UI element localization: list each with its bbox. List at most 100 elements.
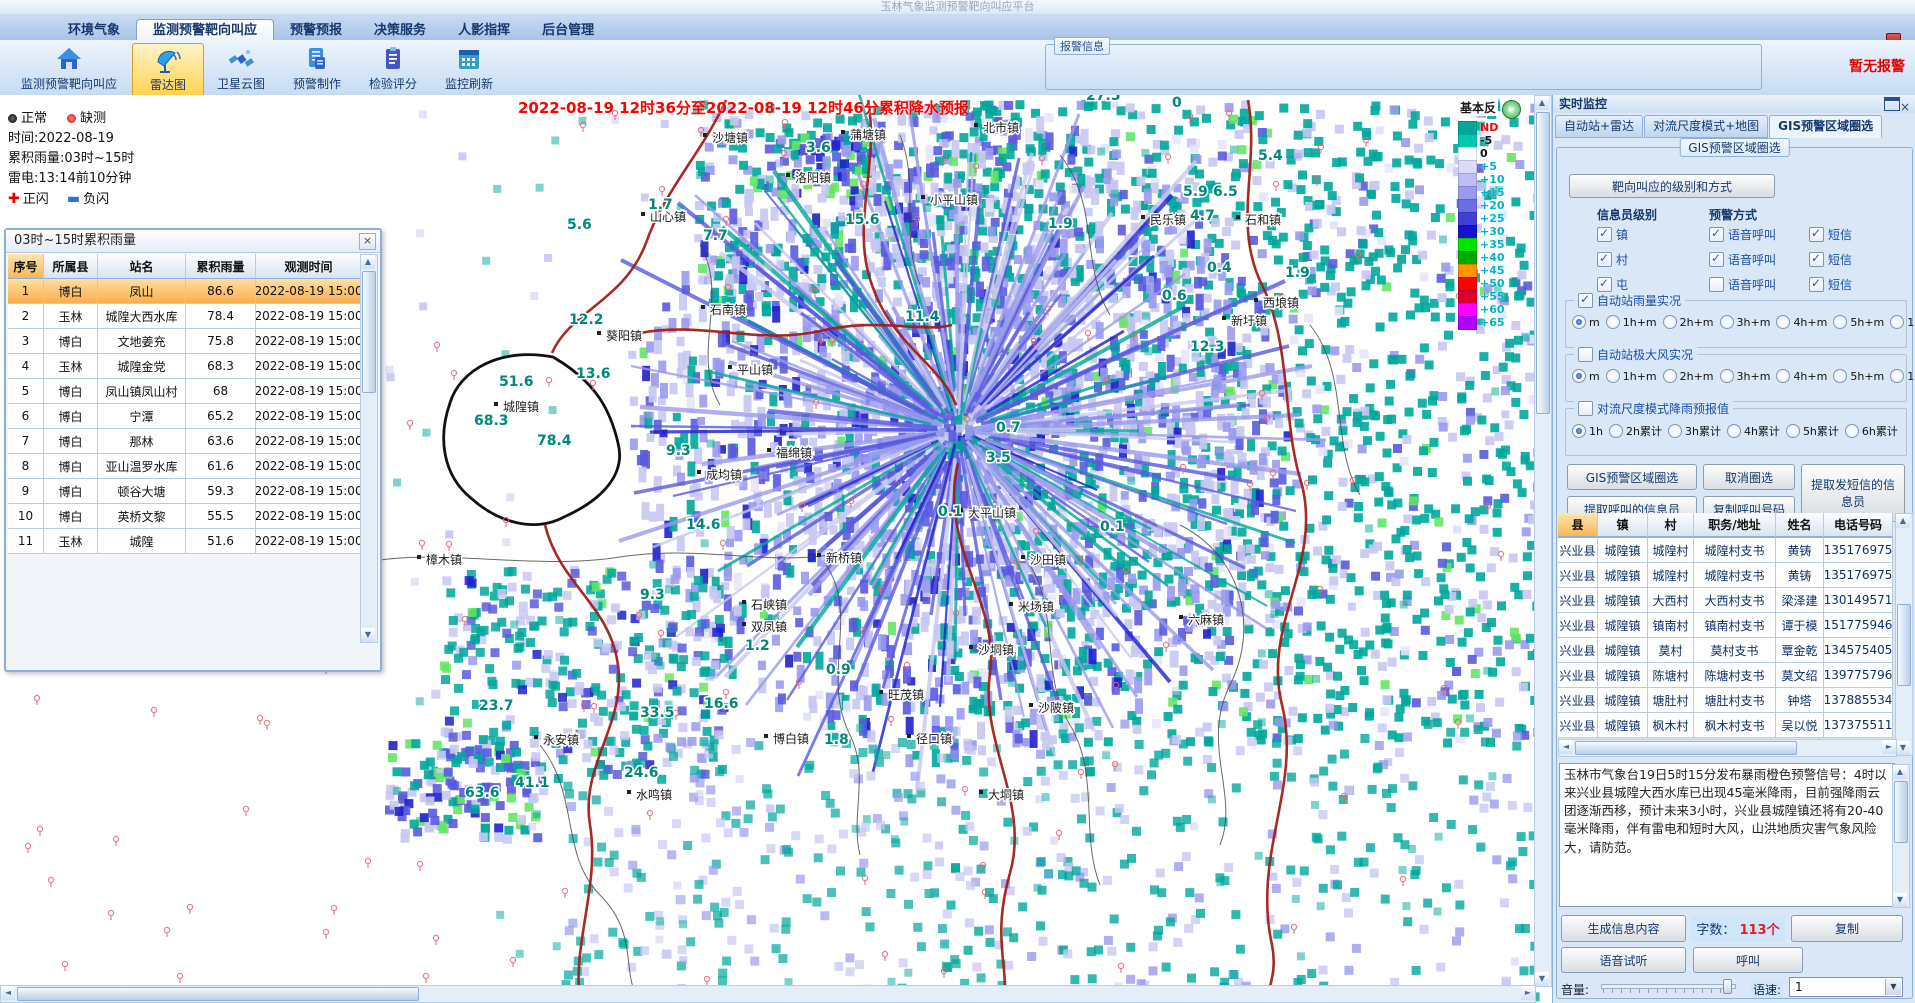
rain-table-row[interactable]: 2玉林城隍大西水库78.42022-08-19 15:00 <box>8 304 362 329</box>
radio-icon[interactable] <box>1845 424 1859 438</box>
radio-icon[interactable] <box>1609 424 1623 438</box>
menu-item-4[interactable]: 决策服务 <box>358 20 442 41</box>
contact-hscrollbar[interactable]: ◄► <box>1558 739 1897 757</box>
map-area[interactable]: 沙塘镇蒲塘镇北市镇洛阳镇小平山镇山心镇民乐镇石和镇石南镇葵阳镇平山镇城隍镇福绵镇… <box>0 95 1552 1003</box>
combo-dropdown-icon[interactable]: ▼ <box>1885 979 1901 995</box>
contact-table-row[interactable]: 兴业县城隍镇城隍村城隍村支书黄铸135176975 <box>1558 538 1893 563</box>
sms-checkbox[interactable] <box>1809 252 1824 267</box>
contact-table-row[interactable]: 兴业县城隍镇塘肚村塘肚村支书钟塔137885534 <box>1558 688 1893 713</box>
generate-message-button[interactable]: 生成信息内容 <box>1561 915 1686 942</box>
radio-option[interactable]: 6h累计 <box>1845 423 1898 439</box>
contact-column-header[interactable]: 姓名 <box>1776 513 1824 538</box>
contact-table-row[interactable]: 兴业县城隍镇城隍村城隍村支书黄铸135176975 <box>1558 563 1893 588</box>
menu-item-1[interactable]: 环境气象 <box>52 20 136 41</box>
rain-table-vscrollbar[interactable]: ▲▼ <box>360 254 378 643</box>
gis-select-button[interactable]: GIS预警区域圈选 <box>1567 464 1697 490</box>
radio-option[interactable]: 12h+m <box>1890 315 1915 329</box>
rain-table-row[interactable]: 4玉林城隍金党68.32022-08-19 15:00 <box>8 354 362 379</box>
panel-tab-2[interactable]: 对流尺度模式+地图 <box>1644 115 1768 138</box>
radio-option[interactable]: 5h+m <box>1833 315 1884 329</box>
radio-icon[interactable] <box>1606 315 1620 329</box>
close-icon[interactable]: × <box>1898 100 1912 114</box>
rain-column-header[interactable]: 观测时间 <box>256 254 362 280</box>
rain-column-header[interactable]: 序号 <box>8 254 44 280</box>
radio-icon[interactable] <box>1606 369 1620 383</box>
forecast-checkbox[interactable] <box>1578 401 1593 416</box>
message-vscrollbar[interactable]: ▲▼ <box>1892 764 1910 908</box>
voice-checkbox[interactable] <box>1709 227 1724 242</box>
level-checkbox[interactable] <box>1597 227 1612 242</box>
radio-icon[interactable] <box>1720 315 1734 329</box>
radio-icon[interactable] <box>1720 369 1734 383</box>
toolbar-button-5[interactable]: 检验评分 <box>356 43 430 95</box>
radio-icon[interactable] <box>1833 315 1847 329</box>
radio-icon[interactable] <box>1663 315 1677 329</box>
radio-icon[interactable] <box>1663 369 1677 383</box>
menu-item-2[interactable]: 监测预警靶向叫应 <box>136 19 274 41</box>
contact-table-row[interactable]: 兴业县城隍镇枫木村枫木村支书吴以悦137375511 <box>1558 713 1893 738</box>
contact-table-row[interactable]: 兴业县城隍镇镇南村镇南村支书谭于模151775946 <box>1558 613 1893 638</box>
radio-option[interactable]: m <box>1572 315 1600 329</box>
sms-checkbox[interactable] <box>1809 277 1824 292</box>
rain-column-header[interactable]: 累积雨量 <box>186 254 256 280</box>
radio-option[interactable]: 2h+m <box>1663 315 1714 329</box>
rain-live-checkbox[interactable] <box>1578 293 1593 308</box>
rain-table-row[interactable]: 3博白文地姜充75.82022-08-19 15:00 <box>8 329 362 354</box>
rain-window-close-icon[interactable]: × <box>359 233 376 250</box>
contact-column-header[interactable]: 县 <box>1558 513 1598 538</box>
voice-checkbox[interactable] <box>1709 277 1724 292</box>
toolbar-button-6[interactable]: 监控刷新 <box>432 43 506 95</box>
rain-table-row[interactable]: 7博白那林63.62022-08-19 15:00 <box>8 429 362 454</box>
radio-icon[interactable] <box>1786 424 1800 438</box>
radio-option[interactable]: 4h+m <box>1776 369 1827 383</box>
radio-option[interactable]: 2h累计 <box>1609 423 1662 439</box>
radio-icon[interactable] <box>1776 315 1790 329</box>
call-button[interactable]: 呼叫 <box>1693 947 1803 973</box>
rain-table-row[interactable]: 11玉林城隍51.62022-08-19 15:00 <box>8 529 362 554</box>
radio-option[interactable]: 5h累计 <box>1786 423 1839 439</box>
radio-option[interactable]: 3h+m <box>1720 315 1771 329</box>
rain-table-row[interactable]: 10博白英桥文黎55.52022-08-19 15:00 <box>8 504 362 529</box>
contact-column-header[interactable]: 职务/地址 <box>1694 513 1776 538</box>
radio-option[interactable]: 3h+m <box>1720 369 1771 383</box>
panel-tab-3[interactable]: GIS预警区域圈选 <box>1769 115 1882 138</box>
copy-button[interactable]: 复制 <box>1791 915 1903 942</box>
contact-vscrollbar[interactable]: ▲▼ <box>1895 513 1913 756</box>
message-textarea[interactable]: 玉林市气象台19日5时15分发布暴雨橙色预警信号：4时以来兴业县城隍大西水库已出… <box>1559 763 1895 907</box>
legend-toggle-icon[interactable]: ▸ <box>1502 100 1521 119</box>
rain-table-row[interactable]: 8博白亚山温罗水库61.62022-08-19 15:00 <box>8 454 362 479</box>
radio-icon[interactable] <box>1668 424 1682 438</box>
toolbar-button-3[interactable]: 卫星云图 <box>204 43 278 95</box>
radio-icon[interactable] <box>1572 369 1586 383</box>
contact-column-header[interactable]: 镇 <box>1598 513 1648 538</box>
wind-live-checkbox[interactable] <box>1578 347 1593 362</box>
contact-table-row[interactable]: 兴业县城隍镇大西村大西村支书梁泽建130149571 <box>1558 588 1893 613</box>
cancel-select-button[interactable]: 取消圈选 <box>1703 464 1795 490</box>
radio-icon[interactable] <box>1890 369 1904 383</box>
radio-option[interactable]: 1h+m <box>1606 315 1657 329</box>
radio-option[interactable]: 4h+m <box>1776 315 1827 329</box>
contact-column-header[interactable]: 电话号码 <box>1824 513 1893 538</box>
rain-column-header[interactable]: 所属县 <box>44 254 98 280</box>
sms-checkbox[interactable] <box>1809 227 1824 242</box>
contact-table-row[interactable]: 兴业县城隍镇陈塘村陈塘村支书莫文绍139775796 <box>1558 663 1893 688</box>
radio-icon[interactable] <box>1776 369 1790 383</box>
toolbar-button-1[interactable]: 监测预警靶向叫应 <box>8 43 130 95</box>
radio-option[interactable]: m <box>1572 369 1600 383</box>
radio-option[interactable]: 4h累计 <box>1727 423 1780 439</box>
radio-option[interactable]: 1h+m <box>1606 369 1657 383</box>
volume-slider[interactable] <box>1601 979 1736 993</box>
menu-item-3[interactable]: 预警预报 <box>274 20 358 41</box>
menu-item-5[interactable]: 人影指挥 <box>442 20 526 41</box>
rain-table-row[interactable]: 6博白宁潭65.22022-08-19 15:00 <box>8 404 362 429</box>
target-level-button[interactable]: 靶向叫应的级别和方式 <box>1569 174 1775 198</box>
voice-preview-button[interactable]: 语音试听 <box>1561 947 1686 973</box>
panel-tab-1[interactable]: 自动站+雷达 <box>1555 115 1643 138</box>
level-checkbox[interactable] <box>1597 277 1612 292</box>
toolbar-button-4[interactable]: 预警制作 <box>280 43 354 95</box>
map-vscrollbar[interactable]: ▲▼ <box>1534 95 1552 987</box>
toolbar-button-2[interactable]: 雷达图 <box>132 43 204 97</box>
contact-column-header[interactable]: 村 <box>1648 513 1694 538</box>
radio-option[interactable]: 3h累计 <box>1668 423 1721 439</box>
voice-checkbox[interactable] <box>1709 252 1724 267</box>
